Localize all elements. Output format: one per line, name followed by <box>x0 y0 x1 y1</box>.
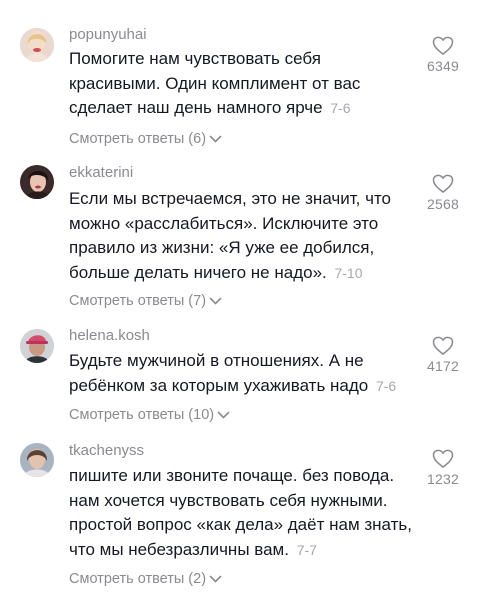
comment-text: пишите или звоните почаще. без повода. н… <box>69 464 419 562</box>
comment-username[interactable]: ekkaterini <box>69 164 133 182</box>
like-button[interactable]: 1232 <box>420 449 466 487</box>
view-replies-button[interactable]: Смотреть ответы (2) <box>69 570 222 588</box>
view-replies-label: Смотреть ответы (2) <box>69 571 207 587</box>
like-count: 6349 <box>427 58 459 74</box>
comment-text-line-content: больше делать ничего не надо». <box>69 262 327 282</box>
view-replies-label: Смотреть ответы (10) <box>69 407 215 423</box>
view-replies-button[interactable]: Смотреть ответы (10) <box>69 406 230 424</box>
comment-username[interactable]: helena.kosh <box>69 327 150 345</box>
comment-text-line: больше делать ничего не надо». 7-10 <box>69 261 419 286</box>
comment-username[interactable]: popunyuhai <box>69 26 147 44</box>
chevron-down-icon <box>217 411 230 418</box>
comment-text-line: красивыми. Один комплимент от вас <box>69 73 361 93</box>
like-count: 2568 <box>427 196 459 212</box>
comment-text-line: сделает наш день намного ярче 7-6 <box>69 96 419 121</box>
heart-outline-icon <box>432 336 454 355</box>
heart-outline-icon <box>432 449 454 468</box>
view-replies-button[interactable]: Смотреть ответы (6) <box>69 130 222 148</box>
like-button[interactable]: 4172 <box>420 336 466 374</box>
heart-outline-icon <box>432 36 454 55</box>
comment-text: Будьте мужчиной в отношениях. А не ребён… <box>69 349 419 398</box>
like-button[interactable]: 6349 <box>420 36 466 74</box>
view-replies-button[interactable]: Смотреть ответы (7) <box>69 292 222 310</box>
comment-text-line-content: сделает наш день намного ярче <box>69 98 323 117</box>
comment-date: 7-6 <box>330 100 351 116</box>
comment-username[interactable]: tkachenyss <box>69 442 144 460</box>
comment-text-line: Если мы встречаемся, это не значит, что <box>69 189 392 208</box>
comment-text-line: Помогите нам чувствовать себя <box>69 49 321 68</box>
like-button[interactable]: 2568 <box>420 174 466 212</box>
chevron-down-icon <box>209 135 222 142</box>
avatar[interactable] <box>20 443 54 477</box>
heart-outline-icon <box>432 174 454 193</box>
comment-text-line: простой вопрос «как дела» даёт нам знать… <box>69 515 412 534</box>
view-replies-label: Смотреть ответы (6) <box>69 131 207 147</box>
view-replies-label: Смотреть ответы (7) <box>69 293 207 309</box>
chevron-down-icon <box>209 575 222 582</box>
avatar[interactable] <box>20 165 54 199</box>
comment-date: 7-7 <box>296 541 317 558</box>
comment-text: Помогите нам чувствовать себя красивыми.… <box>69 47 419 121</box>
comment-text-line: можно «расслабиться». Исключите это <box>69 213 379 233</box>
avatar[interactable] <box>20 329 54 363</box>
comment-date: 7-10 <box>334 264 363 281</box>
comment-text-line: что мы небезразличны вам. 7-7 <box>69 538 419 563</box>
comment-text-line: правило из жизни: «Я уже ее добился, <box>69 238 375 257</box>
like-count: 1232 <box>427 471 459 487</box>
like-count: 4172 <box>427 358 459 374</box>
comment-text-line: ребёнком за которым ухаживать надо 7-6 <box>69 374 419 399</box>
comment-text: Если мы встречаемся, это не значит, что … <box>69 187 419 285</box>
chevron-down-icon <box>209 297 222 304</box>
avatar[interactable] <box>20 28 54 62</box>
comment-text-line: нам хочется чувствовать себя нужными. <box>69 490 388 510</box>
comment-text-line-content: ребёнком за которым ухаживать надо <box>69 375 369 395</box>
comment-text-line-content: что мы небезразличны вам. <box>69 539 289 559</box>
comment-text-line: Будьте мужчиной в отношениях. А не <box>69 351 364 370</box>
comment-date: 7-6 <box>375 377 397 394</box>
comment-text-line: пишите или звоните почаще. без повода. <box>69 466 395 485</box>
